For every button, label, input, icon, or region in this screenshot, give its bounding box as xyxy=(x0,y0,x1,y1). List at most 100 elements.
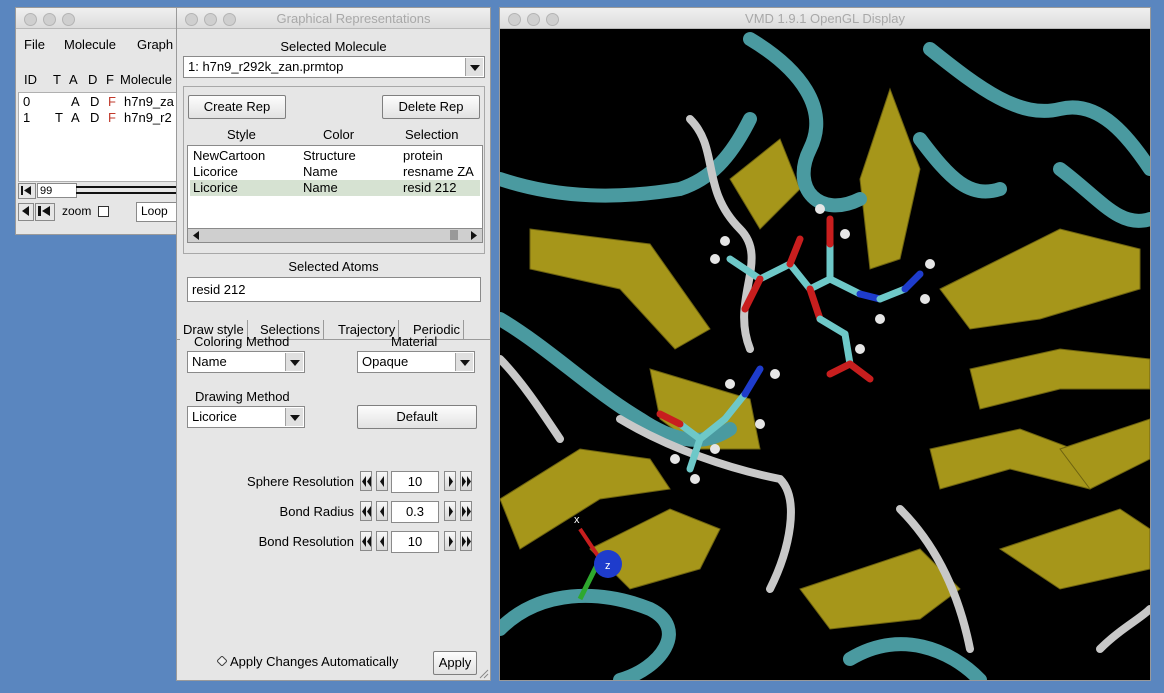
zoom-checkbox[interactable] xyxy=(98,206,109,217)
opengl-display-window: VMD 1.9.1 OpenGL Display x z xyxy=(500,8,1150,680)
reps-hscrollbar[interactable] xyxy=(188,228,482,242)
rep-color: Name xyxy=(303,180,338,195)
col-molecule: Molecule xyxy=(120,72,173,87)
reps-header: Style Color Selection xyxy=(187,127,483,143)
mol-f[interactable]: F xyxy=(108,94,116,109)
fast-decrement-icon[interactable] xyxy=(360,531,372,551)
selected-molecule-label: Selected Molecule xyxy=(280,39,387,54)
bond-radius-input[interactable]: 0.3 xyxy=(391,501,439,523)
graphical-representations-window: Graphical Representations Selected Molec… xyxy=(177,8,490,680)
loop-value: Loop xyxy=(141,204,168,218)
scroll-left-icon[interactable] xyxy=(192,231,200,240)
fast-increment-icon[interactable] xyxy=(460,501,472,521)
default-button[interactable]: Default xyxy=(357,405,477,429)
chevron-down-icon[interactable] xyxy=(455,353,473,371)
drawing-method-dropdown[interactable]: Licorice xyxy=(187,406,305,428)
fast-increment-icon[interactable] xyxy=(460,471,472,491)
apply-button[interactable]: Apply xyxy=(433,651,477,675)
bond-resolution-input[interactable]: 10 xyxy=(391,531,439,553)
fast-decrement-icon[interactable] xyxy=(360,501,372,521)
decrement-icon[interactable] xyxy=(376,501,388,521)
bond-resolution-control[interactable]: 10 xyxy=(360,531,476,553)
molecule-viewport[interactable]: x z xyxy=(500,29,1150,680)
increment-icon[interactable] xyxy=(444,531,456,551)
reps-list[interactable]: NewCartoon Structure protein Licorice Na… xyxy=(187,145,483,243)
mol-f[interactable]: F xyxy=(108,110,116,125)
rep-row[interactable]: Licorice Name resname ZA xyxy=(190,164,480,180)
sphere-resolution-control[interactable]: 10 xyxy=(360,471,476,493)
rep-style: Licorice xyxy=(193,164,238,179)
bond-resolution-label: Bond Resolution xyxy=(258,534,354,549)
step-back-button[interactable] xyxy=(18,203,34,221)
frame-slider[interactable] xyxy=(76,184,186,196)
coloring-method-value: Name xyxy=(192,354,227,369)
col-d: D xyxy=(88,72,98,87)
chevron-down-icon[interactable] xyxy=(285,353,303,371)
selected-atoms-value: resid 212 xyxy=(192,282,246,297)
zoom-label: zoom xyxy=(62,204,92,218)
mol-d[interactable]: D xyxy=(90,110,99,125)
col-a: A xyxy=(69,72,78,87)
mol-t[interactable]: T xyxy=(55,110,63,125)
col-t: T xyxy=(53,72,61,87)
main-titlebar xyxy=(16,8,186,29)
play-reverse-button[interactable] xyxy=(35,203,55,221)
rep-row[interactable]: NewCartoon Structure protein xyxy=(190,148,480,164)
mol-id: 1 xyxy=(23,110,31,125)
frame-input[interactable] xyxy=(37,183,77,198)
coloring-method-dropdown[interactable]: Name xyxy=(187,351,305,373)
drawing-method-label: Drawing Method xyxy=(195,389,290,404)
scroll-right-icon[interactable] xyxy=(470,231,478,240)
chevron-down-icon[interactable] xyxy=(465,58,483,76)
rep-selection: protein xyxy=(403,148,443,163)
scroll-thumb[interactable] xyxy=(450,230,458,240)
mol-a[interactable]: A xyxy=(71,94,80,109)
diamond-radio-icon[interactable] xyxy=(217,656,227,666)
selected-molecule-dropdown[interactable]: 1: h7n9_r292k_zan.prmtop xyxy=(183,56,485,78)
header-style: Style xyxy=(227,127,256,142)
axis-x-label: x xyxy=(574,514,580,526)
menu-file[interactable]: File xyxy=(24,37,45,52)
rep-window-title: Graphical Representations xyxy=(276,11,431,26)
chevron-down-icon[interactable] xyxy=(285,408,303,426)
menu-molecule[interactable]: Molecule xyxy=(64,37,116,52)
mol-name: h7n9_r2 xyxy=(124,110,172,125)
decrement-icon[interactable] xyxy=(376,531,388,551)
mol-id: 0 xyxy=(23,94,31,109)
material-value: Opaque xyxy=(362,354,409,369)
resize-grip-icon[interactable] xyxy=(478,668,489,679)
rep-titlebar: Graphical Representations xyxy=(177,8,490,29)
rep-style: Licorice xyxy=(193,180,238,195)
decrement-icon[interactable] xyxy=(376,471,388,491)
fast-decrement-icon[interactable] xyxy=(360,471,372,491)
selected-atoms-field[interactable]: resid 212 xyxy=(187,277,481,302)
increment-icon[interactable] xyxy=(444,471,456,491)
bond-radius-control[interactable]: 0.3 xyxy=(360,501,476,523)
mol-d[interactable]: D xyxy=(90,94,99,109)
tab-trajectory[interactable]: Trajectory xyxy=(335,320,400,340)
sphere-resolution-label: Sphere Resolution xyxy=(247,474,354,489)
fast-increment-icon[interactable] xyxy=(460,531,472,551)
molecule-row[interactable]: 1 T A D F h7n9_r2 xyxy=(19,110,186,126)
molecule-list[interactable]: 0 A D F h7n9_za 1 T A D F h7n9_r2 xyxy=(18,92,186,182)
display-titlebar: VMD 1.9.1 OpenGL Display xyxy=(500,8,1150,29)
rep-selection: resid 212 xyxy=(403,180,457,195)
menu-graphics[interactable]: Graph xyxy=(137,37,173,52)
apply-auto-label: Apply Changes Automatically xyxy=(230,654,399,669)
window-controls[interactable] xyxy=(24,13,81,29)
display-window-title: VMD 1.9.1 OpenGL Display xyxy=(745,11,905,26)
axis-z-label: z xyxy=(605,560,611,572)
molecule-row[interactable]: 0 A D F h7n9_za xyxy=(19,94,186,110)
material-label: Material xyxy=(391,334,438,349)
delete-rep-button[interactable]: Delete Rep xyxy=(382,95,480,119)
rep-style: NewCartoon xyxy=(193,148,266,163)
sphere-resolution-input[interactable]: 10 xyxy=(391,471,439,493)
mol-name: h7n9_za xyxy=(124,94,174,109)
material-dropdown[interactable]: Opaque xyxy=(357,351,475,373)
mol-a[interactable]: A xyxy=(71,110,80,125)
rep-selection: resname ZA xyxy=(403,164,474,179)
rewind-start-button[interactable] xyxy=(18,183,36,199)
create-rep-button[interactable]: Create Rep xyxy=(188,95,286,119)
increment-icon[interactable] xyxy=(444,501,456,521)
rep-row-selected[interactable]: Licorice Name resid 212 xyxy=(190,180,480,196)
